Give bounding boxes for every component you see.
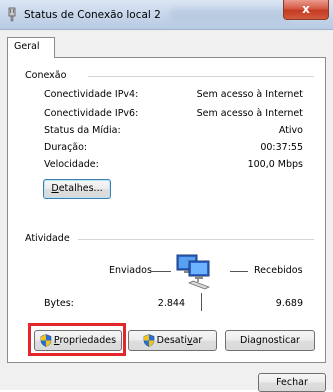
close-icon[interactable]: x [283,0,329,20]
diagnose-button-label: Diagnosticar [240,335,300,346]
sent-line [151,271,171,272]
received-line [230,271,248,272]
close-button-label: Fechar [276,377,308,388]
duration-label: Duração: [44,142,88,153]
details-button-label: etalhes... [58,183,103,194]
close-button[interactable]: Fechar [258,373,326,392]
tab-geral[interactable]: Geral [7,37,55,58]
ipv6-value: Sem acesso à Internet [196,108,303,119]
speed-value: 100,0 Mbps [247,159,303,170]
activity-group-label: Atividade [25,233,76,244]
ipv4-value: Sem acesso à Internet [196,89,303,100]
media-status-value: Ativo [278,125,303,136]
bytes-divider [201,293,202,311]
title-bar-blur [170,8,290,22]
speed-label: Velocidade: [44,159,99,170]
media-status-label: Status da Mídia: [44,125,121,136]
connection-group-line [88,76,314,77]
details-button-mnemonic: D [51,183,59,194]
window-title: Status de Conexão local 2 [24,9,161,21]
network-computers-icon [176,254,210,290]
disable-button[interactable]: Desativar [128,330,217,351]
network-adapter-icon [8,7,16,22]
disable-button-label-start: Desati [156,335,187,346]
bytes-sent-value: 2.844 [157,298,185,309]
diagnose-button[interactable]: Diagnosticar [225,330,315,351]
duration-value: 00:37:55 [260,142,303,153]
activity-group-line [78,239,314,240]
ipv4-label: Conectividade IPv4: [44,89,139,100]
status-dialog: Status de Conexão local 2 x Geral Conexã… [0,0,333,392]
bytes-label: Bytes: [44,298,74,309]
title-bar[interactable]: Status de Conexão local 2 x [0,0,333,30]
disable-button-label-end: ar [192,335,203,346]
properties-highlight-box [28,323,126,356]
bytes-received-value: 9.689 [275,298,303,309]
uac-shield-icon [143,334,154,347]
ipv6-label: Conectividade IPv6: [44,108,139,119]
sent-label: Enviados [109,265,152,276]
connection-group-label: Conexão [25,70,73,81]
received-label: Recebidos [254,265,303,276]
details-button[interactable]: Detalhes... [43,179,111,199]
tab-panel: Conexão Conectividade IPv4: Sem acesso à… [7,57,326,363]
